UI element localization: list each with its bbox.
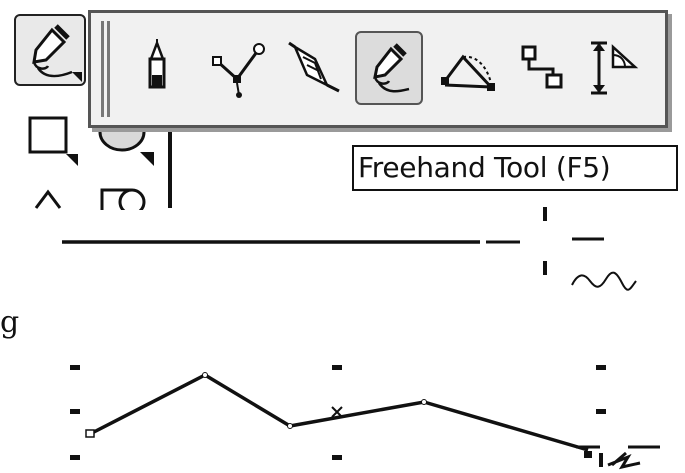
freehand-tool-group-button[interactable] — [14, 14, 86, 86]
freehand-pen-icon — [32, 24, 82, 82]
pointer-arrow-icon — [607, 451, 641, 470]
rectangle-tool-button[interactable] — [26, 112, 82, 168]
freehand-icon — [373, 43, 410, 93]
connector-icon — [521, 45, 563, 89]
flyout-grip-2 — [107, 21, 110, 117]
artistic-media-icon — [148, 39, 166, 89]
rectangle-icon — [28, 116, 78, 166]
freehand-squiggle-icon — [571, 271, 637, 291]
freehand-tool-button[interactable] — [355, 31, 423, 105]
freehand-tooltip: Freehand Tool (F5) — [352, 145, 678, 191]
3-point-curve-icon — [441, 54, 495, 91]
smart-drawing-tool-button[interactable] — [285, 35, 345, 103]
crosshair-cursor-icon — [543, 207, 637, 291]
drawing-canvas — [62, 207, 660, 470]
dimension-tool-button[interactable] — [583, 35, 643, 103]
artistic-media-tool-button[interactable] — [127, 35, 187, 103]
crosshair-cursor-2-icon — [576, 445, 660, 470]
curve-flyout-toolbar — [88, 10, 668, 128]
partial-text-fragment: g — [0, 305, 20, 340]
smart-drawing-icon — [288, 41, 340, 93]
bezier-tool-button[interactable] — [209, 35, 269, 103]
bezier-icon — [212, 43, 265, 98]
connector-tool-button[interactable] — [511, 35, 571, 103]
drawn-polyline — [89, 372, 589, 452]
center-x-marker — [331, 406, 343, 418]
flyout-grip[interactable] — [101, 21, 104, 117]
dimension-icon — [591, 41, 639, 95]
3-point-curve-tool-button[interactable] — [437, 35, 497, 103]
